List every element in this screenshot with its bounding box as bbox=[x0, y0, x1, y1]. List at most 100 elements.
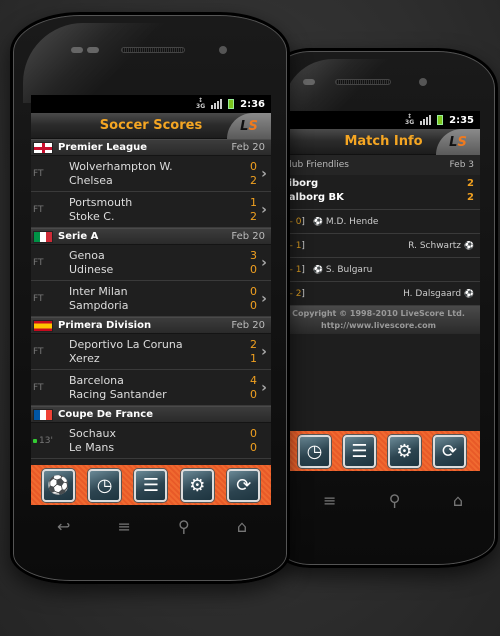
team-score: 2 bbox=[467, 178, 474, 189]
match-row[interactable]: 13' Sochaux Le Mans 0 0 bbox=[31, 423, 271, 459]
away-score: 2 bbox=[250, 173, 257, 187]
home-team: Wolverhampton W. bbox=[69, 159, 173, 173]
copyright-footer: Copyright © 1998-2010 LiveScore Ltd. htt… bbox=[287, 306, 480, 334]
league-header[interactable]: Serie A Feb 20 bbox=[31, 228, 271, 245]
match-row[interactable]: FT Portsmouth Stoke C. 1 2 › bbox=[31, 192, 271, 228]
copyright-text: Copyright © 1998-2010 LiveScore Ltd. bbox=[292, 309, 465, 318]
away-score: 2 bbox=[250, 209, 257, 223]
match-status: FT bbox=[31, 383, 69, 393]
match-row[interactable]: FT Genoa Udinese 3 0 › bbox=[31, 245, 271, 281]
livescore-logo: LS bbox=[227, 113, 271, 139]
match-status-text: FT bbox=[33, 204, 44, 215]
light-sensor bbox=[87, 47, 99, 53]
home-score: 2 bbox=[250, 337, 257, 351]
menu-key-icon[interactable]: ≡ bbox=[118, 517, 131, 536]
website-link[interactable]: http://www.livescore.com bbox=[287, 320, 480, 332]
app-header: Match Info LS bbox=[287, 129, 480, 155]
away-team: Le Mans bbox=[69, 440, 115, 454]
battery-icon bbox=[228, 99, 235, 109]
home-team: Portsmouth bbox=[69, 195, 133, 209]
front-camera bbox=[219, 46, 227, 54]
match-teams: Genoa Udinese bbox=[69, 249, 245, 277]
match-teams: Sochaux Le Mans bbox=[69, 427, 245, 455]
home-team: Deportivo La Coruna bbox=[69, 337, 183, 351]
chevron-right-icon[interactable]: › bbox=[257, 255, 271, 271]
refresh-button[interactable]: ⟳ bbox=[433, 434, 466, 468]
clock-settings-button[interactable]: ◷ bbox=[88, 468, 122, 502]
phone-soccer-scores: ↕ 3G 2:36 Soccer Scores LS Premier League… bbox=[10, 12, 290, 584]
match-row[interactable]: FT Inter Milan Sampdoria 0 0 › bbox=[31, 281, 271, 317]
goal-events-list: 1 - 0]⚽M.D. Hende1 - 1]R. Schwartz⚽2 - 1… bbox=[287, 210, 480, 306]
match-row[interactable]: FT Deportivo La Coruna Xerez 2 1 › bbox=[31, 334, 271, 370]
match-scores: 30 bbox=[245, 249, 257, 277]
away-team: Stoke C. bbox=[69, 209, 115, 223]
match-teams: Barcelona Racing Santander bbox=[69, 374, 245, 402]
match-teams: Deportivo La Coruna Xerez bbox=[69, 338, 245, 366]
list-settings-button[interactable]: ☰ bbox=[134, 468, 168, 502]
page-title: Match Info bbox=[344, 134, 423, 149]
match-row[interactable]: FT Barcelona Racing Santander 4 0 › bbox=[31, 370, 271, 406]
chevron-right-icon[interactable]: › bbox=[257, 202, 271, 218]
match-scores: 00 bbox=[245, 285, 257, 313]
status-bar: ↕ 3G 2:36 bbox=[31, 95, 271, 113]
player-name: H. Dalsgaard bbox=[403, 288, 462, 299]
phone-gloss bbox=[23, 23, 183, 103]
match-status-text: FT bbox=[33, 293, 44, 304]
menu-key-icon[interactable]: ≡ bbox=[323, 491, 336, 510]
livescore-logo: LS bbox=[436, 129, 480, 155]
home-team: Genoa bbox=[69, 248, 105, 262]
goal-event-row: 1 - 1]R. Schwartz⚽ bbox=[287, 234, 480, 258]
home-team: Barcelona bbox=[69, 373, 124, 387]
proximity-sensor bbox=[71, 47, 83, 53]
chevron-right-icon[interactable]: › bbox=[257, 291, 271, 307]
screen-soccer-scores: ↕ 3G 2:36 Soccer Scores LS Premier League… bbox=[31, 95, 271, 505]
match-row[interactable]: FT Wolverhampton W. Chelsea 0 2 › bbox=[31, 156, 271, 192]
league-name: Serie A bbox=[58, 231, 99, 242]
proximity-sensor bbox=[303, 79, 315, 85]
team-row-away: Aalborg BK 2 bbox=[287, 191, 474, 205]
away-team: Sampdoria bbox=[69, 298, 129, 312]
back-key-icon[interactable]: ↩ bbox=[57, 517, 70, 536]
settings-button[interactable]: ⚙ bbox=[388, 434, 421, 468]
signal-icon bbox=[211, 99, 223, 109]
team-name: Viborg bbox=[287, 178, 319, 189]
scores-list[interactable]: Premier League Feb 20 FT Wolverhampton W. Ch… bbox=[31, 139, 271, 459]
network-3g-icon: ↕ 3G bbox=[405, 113, 415, 126]
chevron-right-icon[interactable]: › bbox=[257, 380, 271, 396]
away-team: Racing Santander bbox=[69, 387, 167, 401]
player-name: S. Bulgaru bbox=[325, 264, 373, 275]
league-header[interactable]: Premier League Feb 20 bbox=[31, 139, 271, 156]
league-header[interactable]: Coupe De France bbox=[31, 406, 271, 423]
match-scores: 00 bbox=[245, 427, 257, 455]
chevron-right-icon[interactable]: › bbox=[257, 344, 271, 360]
league-header[interactable]: Primera Division Feb 20 bbox=[31, 317, 271, 334]
goal-event-row: 2 - 1]⚽S. Bulgaru bbox=[287, 258, 480, 282]
search-key-icon[interactable]: ⚲ bbox=[178, 517, 190, 536]
list-settings-button[interactable]: ☰ bbox=[343, 434, 376, 468]
flag-france-icon bbox=[33, 408, 53, 421]
search-key-icon[interactable]: ⚲ bbox=[389, 491, 401, 510]
screen-match-info: ↕ 3G 2:35 Match Info LS Club Friendlies F… bbox=[287, 111, 480, 471]
soccer-ball-button[interactable]: ⚽ bbox=[41, 468, 75, 502]
league-row: Club Friendlies Feb 3 bbox=[287, 155, 480, 175]
phone-gloss bbox=[283, 59, 403, 119]
match-scores: 12 bbox=[245, 196, 257, 224]
home-key-icon[interactable]: ⌂ bbox=[453, 491, 463, 510]
home-key-icon[interactable]: ⌂ bbox=[237, 517, 247, 536]
away-score: 1 bbox=[250, 351, 257, 365]
event-player: ⚽ S. Bulgaru bbox=[305, 265, 474, 275]
clock-settings-button[interactable]: ◷ bbox=[298, 434, 331, 468]
match-status-text: FT bbox=[33, 346, 44, 357]
league-name: Primera Division bbox=[58, 320, 152, 331]
page-title: Soccer Scores bbox=[99, 118, 203, 133]
settings-button[interactable]: ⚙ bbox=[180, 468, 214, 502]
event-player: R. Schwartz ⚽ bbox=[408, 241, 474, 251]
refresh-button[interactable]: ⟳ bbox=[227, 468, 261, 502]
goal-event-row: 1 - 0]⚽M.D. Hende bbox=[287, 210, 480, 234]
chevron-right-icon[interactable]: › bbox=[257, 166, 271, 182]
signal-icon bbox=[420, 115, 432, 125]
event-player: ⚽ M.D. Hende bbox=[305, 217, 474, 227]
hardware-nav-keys: ↩ ≡ ⚲ ⌂ bbox=[57, 517, 247, 536]
match-status: FT bbox=[31, 205, 69, 215]
home-score: 0 bbox=[250, 284, 257, 298]
